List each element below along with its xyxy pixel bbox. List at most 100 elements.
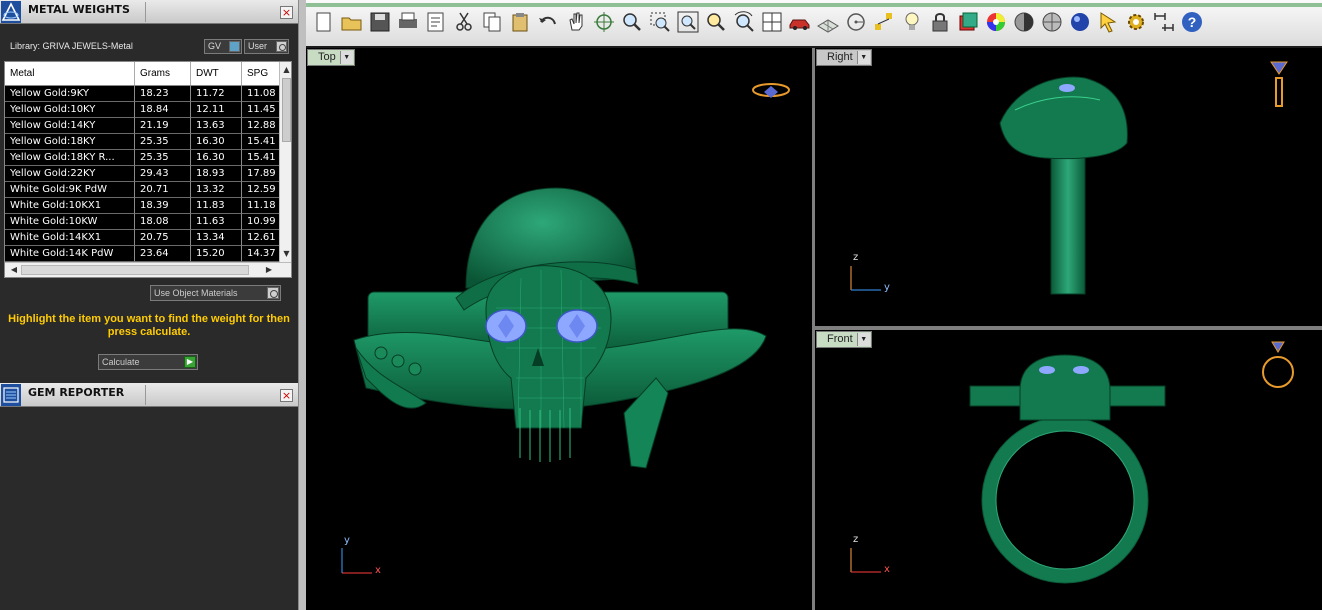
horizontal-scroll-thumb[interactable] (21, 265, 249, 275)
cell-spg: 12.61 (242, 230, 279, 246)
pan-icon[interactable] (564, 10, 588, 34)
user-radio-icon[interactable] (276, 41, 287, 52)
viewport-top[interactable]: Top ▼ y x (306, 48, 812, 610)
viewport-right[interactable]: Right ▼ z y (815, 48, 1322, 326)
gv-toggle[interactable]: GV (204, 39, 242, 54)
instruction-text: Highlight the item you want to find the … (8, 313, 290, 338)
viewport-front[interactable]: Front ▼ z x (815, 330, 1322, 610)
gv-label: GV (208, 41, 222, 51)
cell-grams: 25.35 (135, 150, 191, 166)
cell-dwt: 11.63 (191, 214, 242, 230)
car-icon[interactable] (788, 10, 812, 34)
zoom-icon[interactable] (620, 10, 644, 34)
table-row[interactable]: White Gold:9K PdW 20.71 13.32 12.59 (5, 182, 279, 198)
toolbar-accent-strip (306, 3, 1322, 7)
copy-icon[interactable] (480, 10, 504, 34)
col-header-dwt[interactable]: DWT (191, 62, 242, 85)
left-panel: METAL WEIGHTS × Library: GRIVA JEWELS-Me… (0, 0, 298, 610)
cell-dwt: 18.93 (191, 166, 242, 182)
cell-dwt: 15.20 (191, 246, 242, 262)
cell-spg: 11.45 (242, 102, 279, 118)
table-row[interactable]: White Gold:14KX1 20.75 13.34 12.61 (5, 230, 279, 246)
lock-icon[interactable] (928, 10, 952, 34)
snap-icon[interactable] (844, 10, 868, 34)
print-icon[interactable] (396, 10, 420, 34)
cell-grams: 29.43 (135, 166, 191, 182)
zoom-extents-icon[interactable] (676, 10, 700, 34)
cell-metal: Yellow Gold:10KY (5, 102, 135, 118)
header-divider (145, 2, 146, 22)
table-row[interactable]: White Gold:10KW 18.08 11.63 10.99 (5, 214, 279, 230)
undo-icon[interactable] (536, 10, 560, 34)
col-header-metal[interactable]: Metal (5, 62, 135, 85)
gem-reporter-header: GEM REPORTER × (0, 383, 298, 407)
new-icon[interactable] (312, 10, 336, 34)
select-icon[interactable] (1096, 10, 1120, 34)
calculate-button[interactable]: Calculate ▶ (98, 354, 198, 370)
right-axis-h-label: y (884, 282, 890, 293)
cell-dwt: 16.30 (191, 150, 242, 166)
scroll-down-icon[interactable]: ▼ (281, 248, 291, 260)
user-toggle[interactable]: User (244, 39, 289, 54)
close-icon[interactable]: × (280, 6, 293, 19)
skull-front-shape (1019, 354, 1111, 421)
table-row[interactable]: Yellow Gold:9KY 18.23 11.72 11.08 (5, 86, 279, 102)
calculate-label: Calculate (102, 357, 140, 367)
sphere-icon[interactable] (1068, 10, 1092, 34)
color-wheel-icon[interactable] (984, 10, 1008, 34)
table-row[interactable]: Yellow Gold:22KY 29.43 18.93 17.89 (5, 166, 279, 182)
top-axis-indicator (341, 548, 372, 574)
cell-spg: 12.88 (242, 118, 279, 134)
table-row[interactable]: Yellow Gold:14KY 21.19 13.63 12.88 (5, 118, 279, 134)
zoom-window-icon[interactable] (648, 10, 672, 34)
play-icon[interactable]: ▶ (184, 356, 196, 368)
properties-icon[interactable] (424, 10, 448, 34)
paste-icon[interactable] (508, 10, 532, 34)
shade-icon[interactable] (1012, 10, 1036, 34)
render-icon[interactable] (1040, 10, 1064, 34)
help-icon[interactable]: ? (1180, 10, 1204, 34)
scroll-left-icon[interactable]: ◀ (8, 264, 20, 276)
points-icon[interactable] (872, 10, 896, 34)
dimension-icon[interactable] (1152, 10, 1176, 34)
col-header-grams[interactable]: Grams (135, 62, 191, 85)
cell-spg: 15.41 (242, 134, 279, 150)
scroll-up-icon[interactable]: ▲ (281, 64, 291, 76)
cell-grams: 25.35 (135, 134, 191, 150)
zoom-dynamic-icon[interactable] (732, 10, 756, 34)
cell-dwt: 11.83 (191, 198, 242, 214)
save-icon[interactable] (368, 10, 392, 34)
use-object-materials-toggle[interactable]: Use Object Materials (150, 285, 281, 301)
cut-icon[interactable] (452, 10, 476, 34)
rotate-icon[interactable] (592, 10, 616, 34)
app-window: METAL WEIGHTS × Library: GRIVA JEWELS-Me… (0, 0, 1322, 610)
cell-dwt: 12.11 (191, 102, 242, 118)
col-header-spg[interactable]: SPG (242, 62, 279, 85)
vertical-scroll-thumb[interactable] (282, 78, 291, 142)
use-object-materials-radio-icon[interactable] (267, 287, 279, 299)
gv-switch-icon[interactable] (229, 41, 240, 52)
light-icon[interactable] (900, 10, 924, 34)
table-row[interactable]: Yellow Gold:18KY R... 25.35 16.30 15.41 (5, 150, 279, 166)
ring-band-front (982, 417, 1148, 583)
settings-icon[interactable] (1124, 10, 1148, 34)
cell-spg: 11.08 (242, 86, 279, 102)
table-row[interactable]: Yellow Gold:18KY 25.35 16.30 15.41 (5, 134, 279, 150)
open-icon[interactable] (340, 10, 364, 34)
grid-icon[interactable] (816, 10, 840, 34)
four-views-icon[interactable] (760, 10, 784, 34)
table-row[interactable]: White Gold:14K PdW 23.64 15.20 14.37 (5, 246, 279, 262)
table-row[interactable]: Yellow Gold:10KY 18.84 12.11 11.45 (5, 102, 279, 118)
panel-splitter[interactable] (298, 0, 306, 610)
table-horizontal-scrollbar[interactable]: ◀ ▶ (5, 262, 291, 277)
cell-metal: White Gold:10KX1 (5, 198, 135, 214)
close-icon[interactable]: × (280, 389, 293, 402)
cell-metal: White Gold:9K PdW (5, 182, 135, 198)
scroll-right-icon[interactable]: ▶ (263, 264, 275, 276)
cell-spg: 17.89 (242, 166, 279, 182)
zoom-selected-icon[interactable] (704, 10, 728, 34)
cell-spg: 11.18 (242, 198, 279, 214)
table-row[interactable]: White Gold:10KX1 18.39 11.83 11.18 (5, 198, 279, 214)
layers-icon[interactable] (956, 10, 980, 34)
table-vertical-scrollbar[interactable]: ▲ ▼ (279, 62, 291, 262)
